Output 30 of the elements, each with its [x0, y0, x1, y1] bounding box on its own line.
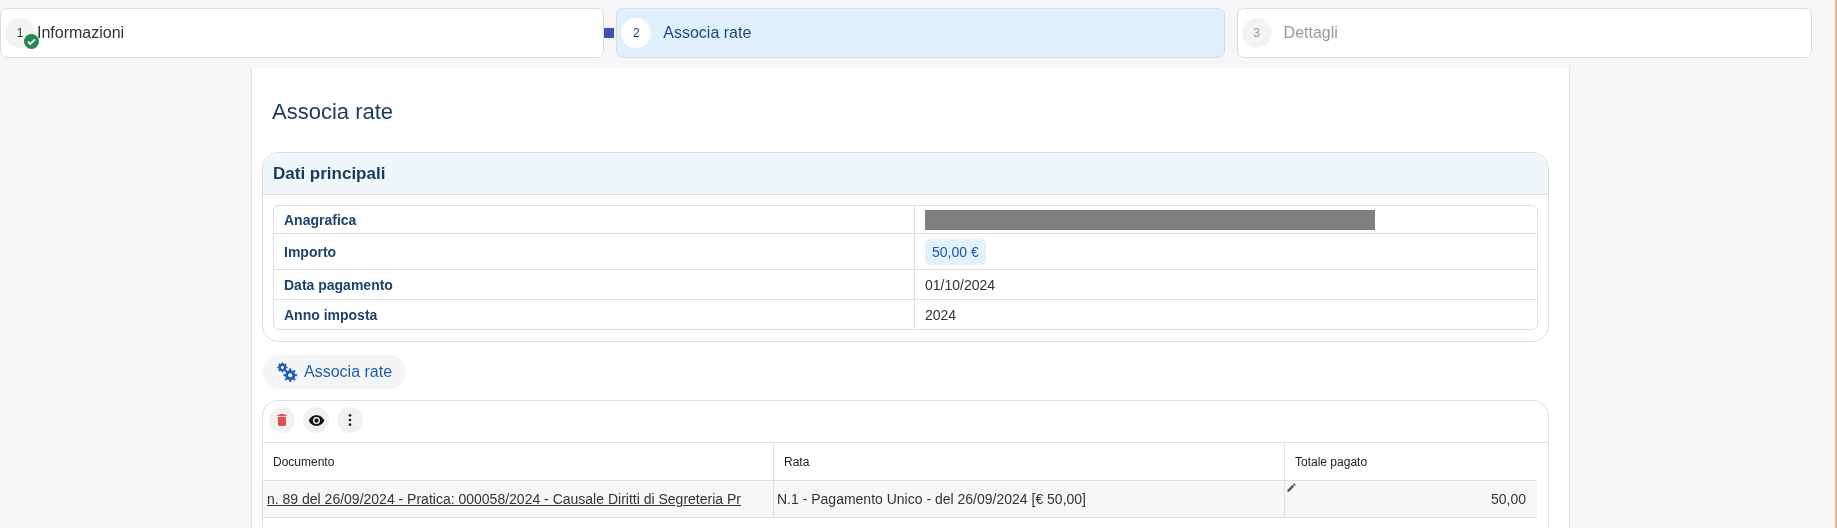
- check-circle-icon: [24, 34, 39, 49]
- field-label: Data pagamento: [284, 276, 393, 293]
- step-tab[interactable]: 2 Associa rate: [616, 8, 1225, 58]
- more-button[interactable]: [337, 407, 363, 433]
- step-label: Informazioni: [37, 24, 125, 42]
- amount-chip: 50,00 €: [925, 238, 986, 265]
- card-title: Dati principali: [273, 163, 386, 184]
- column-header: Totale pagato: [1295, 454, 1368, 469]
- field-value: 01/10/2024: [925, 276, 996, 293]
- step-connector: [604, 28, 615, 38]
- column-header: Documento: [273, 454, 335, 469]
- pencil-icon[interactable]: [1286, 482, 1297, 493]
- step-label: Dettagli: [1283, 24, 1338, 42]
- step-number: 2: [621, 18, 652, 48]
- step-tab[interactable]: 1 Informazioni: [0, 8, 605, 58]
- delete-button[interactable]: [269, 407, 295, 433]
- field-label: Importo: [284, 243, 337, 260]
- trash-icon: [274, 412, 290, 428]
- step-label: Associa rate: [663, 24, 752, 42]
- step-number: 3: [1241, 18, 1272, 48]
- field-label: Anagrafica: [284, 211, 357, 228]
- field-label: Anno imposta: [284, 306, 378, 323]
- document-link[interactable]: n. 89 del 26/09/2024 - Pratica: 000058/2024 - Causale Diritti di Segreteria Pr: [267, 491, 741, 507]
- column-header: Rata: [784, 454, 810, 469]
- view-button[interactable]: [303, 407, 329, 433]
- page-title: Associa rate: [272, 99, 395, 126]
- field-value: 2024: [925, 306, 957, 323]
- associate-button[interactable]: Associa rate: [262, 355, 407, 389]
- table-cell: 50,00: [1490, 491, 1526, 507]
- table-cell: N.1 - Pagamento Unico - del 26/09/2024 [€ 50,00]: [777, 491, 1086, 507]
